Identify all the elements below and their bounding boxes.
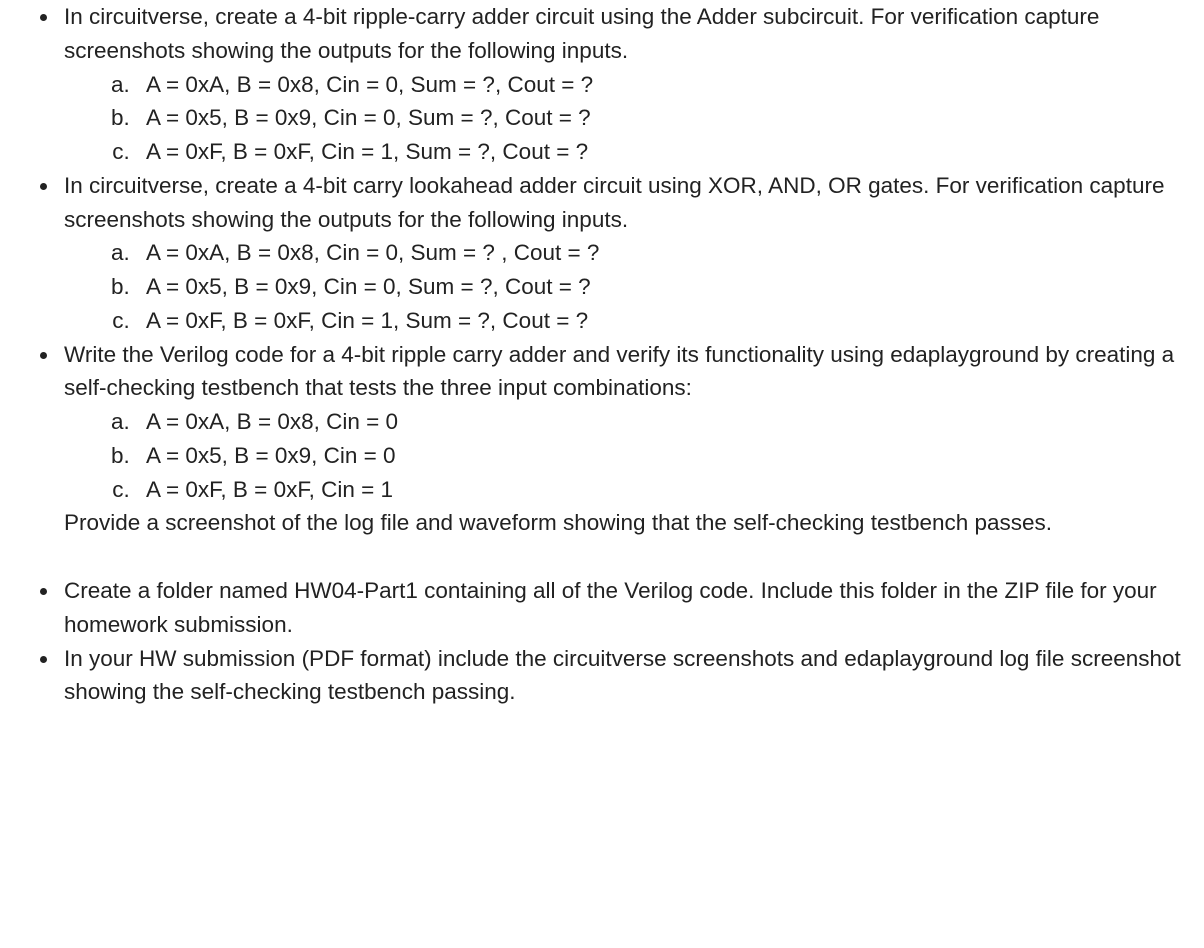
- instruction-text: In your HW submission (PDF format) inclu…: [64, 646, 1181, 705]
- sub-item-text: A = 0xF, B = 0xF, Cin = 1, Sum = ?, Cout…: [146, 308, 588, 333]
- instruction-item: Write the Verilog code for a 4-bit rippl…: [60, 338, 1196, 541]
- instruction-list: In circuitverse, create a 4-bit ripple-c…: [8, 0, 1196, 709]
- instruction-item: In circuitverse, create a 4-bit ripple-c…: [60, 0, 1196, 169]
- sub-item: A = 0x5, B = 0x9, Cin = 0, Sum = ?, Cout…: [136, 270, 1196, 304]
- instruction-text: In circuitverse, create a 4-bit ripple-c…: [64, 4, 1099, 63]
- sub-item-text: A = 0xA, B = 0x8, Cin = 0, Sum = ? , Cou…: [146, 240, 599, 265]
- instruction-item: In circuitverse, create a 4-bit carry lo…: [60, 169, 1196, 338]
- sub-item-text: A = 0x5, B = 0x9, Cin = 0, Sum = ?, Cout…: [146, 105, 591, 130]
- instruction-item: Create a folder named HW04-Part1 contain…: [60, 574, 1196, 642]
- sub-list: A = 0xA, B = 0x8, Cin = 0 A = 0x5, B = 0x…: [64, 405, 1196, 506]
- sub-item-text: A = 0x5, B = 0x9, Cin = 0: [146, 443, 396, 468]
- instruction-item: In your HW submission (PDF format) inclu…: [60, 642, 1196, 710]
- sub-item: A = 0xF, B = 0xF, Cin = 1, Sum = ?, Cout…: [136, 304, 1196, 338]
- instruction-text: In circuitverse, create a 4-bit carry lo…: [64, 173, 1164, 232]
- sub-item: A = 0x5, B = 0x9, Cin = 0, Sum = ?, Cout…: [136, 101, 1196, 135]
- sub-item-text: A = 0xF, B = 0xF, Cin = 1, Sum = ?, Cout…: [146, 139, 588, 164]
- sub-item: A = 0xF, B = 0xF, Cin = 1: [136, 473, 1196, 507]
- sub-item: A = 0xA, B = 0x8, Cin = 0: [136, 405, 1196, 439]
- sub-item: A = 0xA, B = 0x8, Cin = 0, Sum = ?, Cout…: [136, 68, 1196, 102]
- sub-item-text: A = 0xA, B = 0x8, Cin = 0, Sum = ?, Cout…: [146, 72, 593, 97]
- sub-item-text: A = 0xA, B = 0x8, Cin = 0: [146, 409, 398, 434]
- sub-list: A = 0xA, B = 0x8, Cin = 0, Sum = ? , Cou…: [64, 236, 1196, 337]
- sub-list: A = 0xA, B = 0x8, Cin = 0, Sum = ?, Cout…: [64, 68, 1196, 169]
- instruction-text: Create a folder named HW04-Part1 contain…: [64, 578, 1157, 637]
- trailing-text: Provide a screenshot of the log file and…: [64, 506, 1196, 540]
- sub-item: A = 0xA, B = 0x8, Cin = 0, Sum = ? , Cou…: [136, 236, 1196, 270]
- sub-item: A = 0xF, B = 0xF, Cin = 1, Sum = ?, Cout…: [136, 135, 1196, 169]
- instruction-text: Write the Verilog code for a 4-bit rippl…: [64, 342, 1174, 401]
- sub-item-text: A = 0x5, B = 0x9, Cin = 0, Sum = ?, Cout…: [146, 274, 591, 299]
- sub-item: A = 0x5, B = 0x9, Cin = 0: [136, 439, 1196, 473]
- sub-item-text: A = 0xF, B = 0xF, Cin = 1: [146, 477, 393, 502]
